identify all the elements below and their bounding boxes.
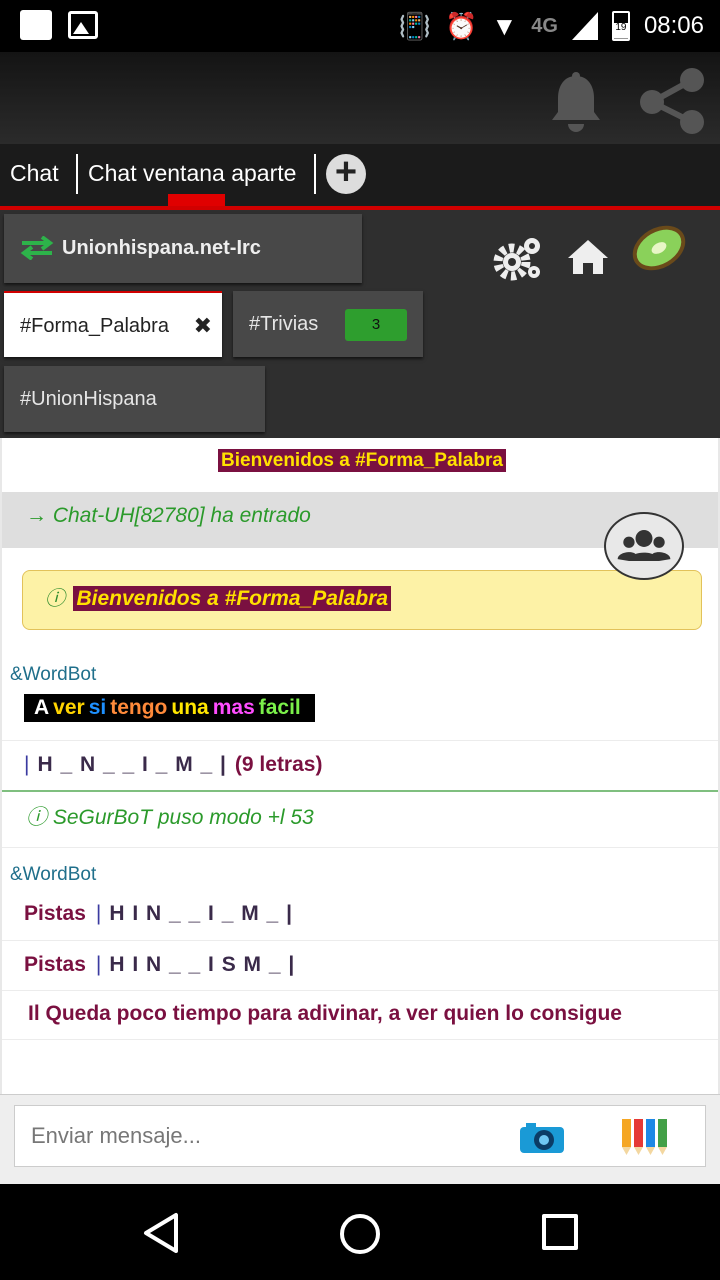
word: si [88,696,107,719]
channel-topic: Bienvenidos a #Forma_Palabra [2,449,718,472]
tab-chat[interactable]: Chat [10,156,59,190]
word: mas [212,696,255,719]
nickname[interactable]: &WordBot [10,864,96,886]
channel-panel: Unionhispana.net-Irc #Forma_Palabra ✖ #T… [0,210,720,438]
users-list-button[interactable] [604,512,684,580]
share-icon[interactable] [636,64,710,138]
users-icon [617,530,671,562]
hint-text: H I N _ _ I S M _ | [109,953,296,976]
channel-tab-trivias[interactable]: #Trivias 3 [233,291,423,357]
wifi-icon: ▼ [491,11,518,41]
notice-message: ⓘ Bienvenidos a #Forma_Palabra [22,570,702,630]
swap-arrows-icon [20,236,54,260]
info-icon: ⓘ [45,588,65,610]
time-warning-message: Il Queda poco tiempo para adivinar, a ve… [2,990,718,1040]
status-bar: 📳 ⏰ ▼ 4G 19 08:06 [0,0,720,52]
add-tab-button[interactable]: + [326,153,366,194]
channel-name: #Forma_Palabra [20,315,169,337]
channel-tab-forma-palabra[interactable]: #Forma_Palabra ✖ [4,291,222,357]
message-input[interactable] [14,1105,706,1167]
word: tengo [110,696,168,719]
topic-text: Bienvenidos a #Forma_Palabra [218,449,506,472]
home-icon[interactable] [566,238,610,276]
network-name: Unionhispana.net-Irc [62,237,261,259]
rainbow-message: Aver si tengo una mas facil [24,694,315,722]
nickname[interactable]: &WordBot [10,664,96,686]
notification-square-icon [20,10,52,40]
channel-name: #UnionHispana [20,388,157,410]
mode-message: ⓘ SeGurBoT puso modo +l 53 [2,790,718,848]
back-icon[interactable] [142,1212,182,1254]
home-nav-icon[interactable] [340,1214,380,1254]
app-toolbar [0,52,720,144]
notice-text: Bienvenidos a #Forma_Palabra [73,586,392,611]
separator: | [95,953,102,976]
channel-name: #Trivias [249,313,319,335]
close-icon[interactable]: ✖ [194,293,212,359]
tab-divider [76,154,78,194]
separator: | [24,753,30,776]
tab-divider [314,154,316,194]
vibrate-icon: 📳 [398,11,432,41]
pattern-text: H _ N _ _ I _ M _ | [37,753,227,776]
word: A [34,696,50,719]
channel-tab-unionhispana[interactable]: #UnionHispana [4,366,265,432]
settings-gears-icon[interactable] [492,234,544,282]
word: ver [53,696,85,719]
hint-message: Pistas | H I N _ _ I S M _ | [2,940,718,990]
message-input-bar [0,1094,720,1184]
bell-icon[interactable] [548,72,604,132]
colors-pencils-icon[interactable] [620,1115,672,1157]
letter-count: (9 letras) [234,753,323,776]
alarm-icon: ⏰ [445,11,478,41]
separator: | [95,902,102,925]
recent-apps-icon[interactable] [542,1214,578,1250]
word: facil [258,696,301,719]
hint-label: Pistas [24,953,86,976]
network-button[interactable]: Unionhispana.net-Irc [4,214,362,283]
camera-icon[interactable] [518,1121,566,1155]
hint-label: Pistas [24,902,86,925]
word-pattern-message: | H _ N _ _ I _ M _ | (9 letras) [2,740,718,790]
signal-icon [571,12,598,40]
network-type: 4G [531,14,558,37]
kiwi-logo-icon [632,225,686,271]
active-tab-indicator [168,194,225,206]
unread-badge: 3 [345,309,407,341]
word: una [171,696,209,719]
clock: 08:06 [643,12,704,39]
battery-icon: 19 [611,11,630,41]
image-notification-icon [68,11,98,39]
hint-text: H I N _ _ I _ M _ | [109,902,293,925]
system-nav-bar [0,1184,720,1280]
hint-message: Pistas | H I N _ _ I _ M _ | [2,890,718,940]
tab-chat-window[interactable]: Chat ventana aparte [88,156,296,190]
